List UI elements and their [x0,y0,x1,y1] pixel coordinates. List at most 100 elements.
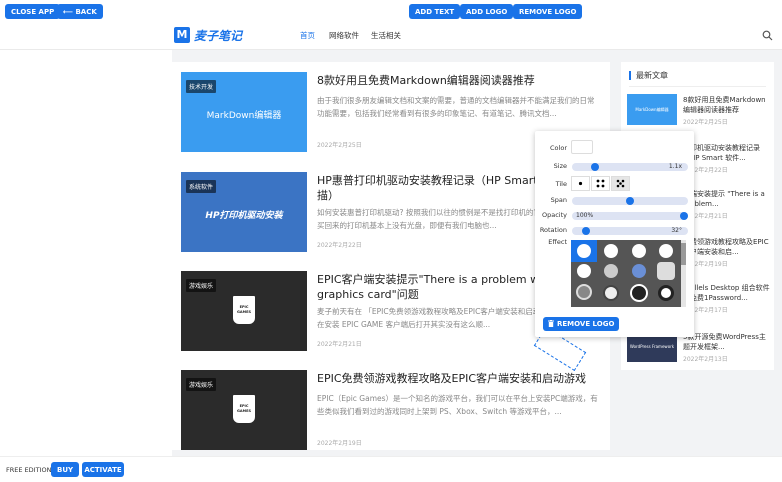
sidebar-item-title[interactable]: 免费领游戏教程攻略及EPIC客户端安装和启... [683,237,771,257]
effect-option[interactable] [632,264,646,278]
thumbnail-caption: MarkDown编辑器 [206,111,282,121]
sidebar-divider [629,86,766,87]
remove-logo-label: REMOVE LOGO [557,320,615,328]
size-slider[interactable]: 1.1x [572,163,688,171]
sidebar-item-title[interactable]: arallels Desktop 组合软件－免费1Password... [683,283,771,303]
color-label: Color [550,144,567,152]
size-label: Size [553,162,567,170]
article-tag: 游戏娱乐 [186,279,217,292]
search-icon[interactable] [762,30,773,41]
article-date: 2022年2月22日 [317,242,362,249]
size-row: Size 1.1x [535,160,694,172]
epic-logo-text: EPIC GAMES [237,404,251,413]
rotation-row: Rotation 32° [535,224,694,236]
article-tag: 游戏娱乐 [186,378,217,391]
sidebar-thumbnail[interactable]: MarkDown编辑器 [627,94,677,125]
effect-option[interactable] [658,285,674,301]
tile-single-option[interactable] [571,176,590,191]
logo-settings-popup: Color Size 1.1x Tile Span Opacity 100% R… [535,131,694,337]
sidebar-item-title[interactable]: 5款开源免费WordPress主题开发框架... [683,332,771,352]
article-date: 2022年2月21日 [317,341,362,348]
size-value: 1.1x [668,163,682,170]
epic-logo-text: EPIC GAMES [237,305,251,314]
effect-option[interactable] [630,284,648,302]
edition-label: FREE EDITION [6,466,52,474]
popup-remove-logo-button[interactable]: REMOVE LOGO [543,317,620,331]
sidebar-item[interactable]: WordPress Framework 5款开源免费WordPress主题开发框… [621,331,774,371]
article-thumbnail[interactable]: 技术开发 MarkDown编辑器 [181,72,307,152]
epic-games-logo: EPIC GAMES [233,395,255,423]
logo-badge: M [174,27,190,43]
sidebar-item-date: 2022年2月13日 [683,356,728,363]
effect-option[interactable] [604,244,618,258]
opacity-label: Opacity [541,211,567,219]
effect-option[interactable] [604,264,618,278]
span-slider[interactable] [572,197,688,205]
tile-five-option[interactable] [611,176,630,191]
rotation-value: 32° [671,227,682,234]
effect-option[interactable] [577,244,591,258]
sidebar-thumb-caption: MarkDown编辑器 [635,107,669,112]
article-item[interactable]: 游戏娱乐 EPIC GAMES EPIC免费领游戏教程攻略及EPIC客户端安装和… [181,370,601,450]
tile-row: Tile [535,176,694,192]
sidebar-item-title[interactable]: 8款好用且免费Markdown编辑器阅读器推荐 [683,95,771,115]
close-app-button[interactable]: CLOSE APP [5,4,61,19]
add-text-button[interactable]: ADD TEXT [409,4,461,19]
opacity-row: Opacity 100% [535,209,694,221]
app-toolbar: CLOSE APP ⟵ BACK ADD TEXT ADD LOGO REMOV… [0,0,782,22]
size-slider-knob[interactable] [591,163,600,171]
sidebar-item-title[interactable]: 打印机驱动安装教程记录（HP Smart 软件... [683,143,771,163]
opacity-slider-knob[interactable] [680,212,688,220]
add-logo-button[interactable]: ADD LOGO [460,4,514,19]
article-desc: 由于我们很多朋友编辑文档和文案的需要，普通的文档编辑器并不能满足我们的日常功能需… [317,96,595,118]
article-thumbnail[interactable]: 系统软件 HP打印机驱动安装 [181,172,307,252]
article-title[interactable]: 8款好用且免费Markdown编辑器阅读器推荐 [317,73,601,88]
nav-life[interactable]: 生活相关 [371,30,401,41]
effect-option[interactable] [577,264,591,278]
article-desc: EPIC（Epic Games）是一个知名的游戏平台，我们可以在平台上安装PC端… [317,394,598,416]
effect-grid[interactable] [571,240,686,307]
color-swatch[interactable] [571,140,593,154]
rotation-label: Rotation [539,226,567,234]
article-thumbnail[interactable]: 游戏娱乐 EPIC GAMES [181,370,307,450]
sidebar-thumb-caption: WordPress Framework [629,344,675,349]
logo-text: 麦子笔记 [194,28,243,43]
article-title[interactable]: EPIC免费领游戏教程攻略及EPIC客户端安装和启动游戏 [317,371,601,386]
span-row: Span [535,194,694,206]
opacity-slider[interactable]: 100% [572,212,688,220]
sidebar-item[interactable]: MarkDown编辑器 8款好用且免费Markdown编辑器阅读器推荐 2022… [621,94,774,134]
site-logo[interactable]: M 麦子笔记 [174,27,242,43]
license-bar: FREE EDITION BUY ACTIVATE [0,456,782,482]
left-panel [0,50,172,456]
article-date: 2022年2月19日 [317,440,362,447]
effect-option[interactable] [659,244,673,258]
effect-scrollbar[interactable] [681,240,686,307]
effect-option[interactable] [657,262,675,280]
effect-label: Effect [548,238,567,246]
article-thumbnail[interactable]: 游戏娱乐 EPIC GAMES [181,271,307,351]
span-slider-knob[interactable] [626,197,634,205]
effect-option[interactable] [603,285,619,301]
sidebar-title: 最新文章 [629,71,668,80]
effect-option[interactable] [576,284,592,300]
trash-icon [548,319,554,329]
remove-logo-button[interactable]: REMOVE LOGO [513,4,583,19]
buy-button[interactable]: BUY [51,462,80,477]
epic-games-logo: EPIC GAMES [233,296,255,324]
activate-button[interactable]: ACTIVATE [82,462,124,477]
rotation-slider[interactable]: 32° [572,227,688,235]
opacity-value: 100% [576,212,594,219]
nav-software[interactable]: 网络软件 [329,30,359,41]
article-tag: 系统软件 [186,180,217,193]
span-label: Span [550,196,567,204]
color-row: Color [535,140,694,154]
tile-four-option[interactable] [591,176,610,191]
back-button[interactable]: ⟵ BACK [57,4,103,19]
tile-label: Tile [555,180,567,188]
rotation-slider-knob[interactable] [581,227,590,235]
site-header: M 麦子笔记 首页 网络软件 生活相关 [0,22,782,50]
effect-option[interactable] [632,244,646,258]
sidebar-item-title[interactable]: 户端安装提示 "There is a problem... [683,189,771,209]
article-date: 2022年2月25日 [317,142,362,149]
nav-home[interactable]: 首页 [300,30,315,41]
